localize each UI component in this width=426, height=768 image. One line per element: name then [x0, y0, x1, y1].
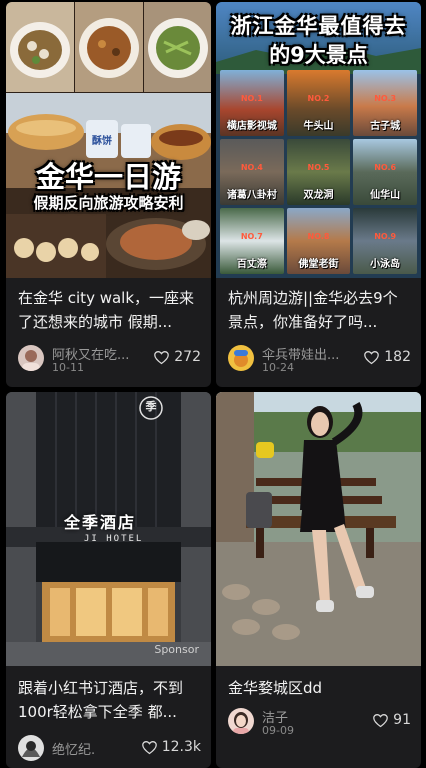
note-meta: 绝忆纪. 12.3k	[18, 735, 201, 765]
svg-text:酥饼: 酥饼	[92, 134, 112, 147]
spot-tile: NO.1 横店影视城	[220, 70, 284, 136]
like-button[interactable]: 91	[372, 710, 411, 730]
hotel-logo: 季	[145, 400, 157, 413]
woman-on-bench-photo	[216, 392, 421, 666]
note-card[interactable]: 季 全季酒店 JI HOTEL Sponsor 跟着小红书订酒店，不到100r轻…	[6, 392, 211, 768]
note-cover-image[interactable]: 浙江金华最值得去 的9大景点 NO.1 横店影视城 NO.2 牛头山 NO.3 古子城…	[216, 2, 421, 278]
food-collage-image: 酥饼	[6, 2, 211, 278]
note-meta: 阿秋又在吃... 10-11 272	[18, 345, 201, 375]
like-count: 91	[393, 712, 411, 728]
note-title[interactable]: 杭州周边游||金华必去9个景点，你准备好了吗...	[228, 286, 411, 334]
author-avatar[interactable]	[18, 735, 44, 761]
heart-outline-icon	[154, 350, 170, 364]
spot-tile: NO.8 佛堂老街	[286, 208, 351, 274]
author-name[interactable]: 绝忆纪.	[52, 739, 95, 758]
heart-outline-icon	[364, 350, 380, 364]
note-date: 09-09	[262, 724, 294, 737]
note-card[interactable]: 金华婺城区dd 洁子 09-09 91	[216, 392, 421, 768]
note-meta: 伞兵带娃出... 10-24 182	[228, 345, 411, 375]
like-count: 272	[174, 349, 201, 365]
note-cover-image[interactable]: 季 全季酒店 JI HOTEL Sponsor	[6, 392, 211, 666]
spot-tile: NO.6 仙华山	[353, 139, 417, 205]
heart-outline-icon	[141, 740, 157, 754]
like-button[interactable]: 272	[153, 347, 201, 367]
like-count: 182	[384, 349, 411, 365]
heart-outline-icon	[373, 713, 389, 727]
cover-title-line2: 的9大景点	[269, 43, 368, 67]
note-meta: 洁子 09-09 91	[228, 708, 411, 738]
note-title[interactable]: 金华婺城区dd	[228, 676, 411, 700]
like-button[interactable]: 182	[363, 347, 411, 367]
spot-tile: NO.7 百丈漈	[220, 208, 284, 274]
note-title[interactable]: 跟着小红书订酒店，不到100r轻松拿下全季 都...	[18, 676, 201, 724]
sponsor-label: Sponsor	[154, 643, 199, 656]
author-avatar[interactable]	[18, 345, 44, 371]
note-card[interactable]: 浙江金华最值得去 的9大景点 NO.1 横店影视城 NO.2 牛头山 NO.3 古子城…	[216, 2, 421, 387]
cover-title: 金华一日游	[35, 160, 181, 194]
spots-grid: NO.1 横店影视城 NO.2 牛头山 NO.3 古子城 NO.4 诸葛八卦村 NO.5…	[220, 70, 417, 274]
note-date: 10-11	[52, 361, 84, 374]
cover-title-line1: 浙江金华最值得去	[230, 14, 407, 38]
like-count: 12.3k	[161, 739, 201, 755]
spot-tile: NO.5 双龙洞	[286, 139, 351, 205]
hotel-name-sign: 全季酒店	[64, 513, 137, 532]
hotel-english-sign: JI HOTEL	[84, 534, 144, 544]
note-title[interactable]: 在金华 city walk，一座来了还想来的城市 假期...	[18, 286, 201, 334]
like-button[interactable]: 12.3k	[141, 737, 201, 757]
cover-subtitle: 假期反向旅游攻略安利	[33, 194, 184, 212]
author-avatar[interactable]	[228, 345, 254, 371]
note-cover-image[interactable]	[216, 392, 421, 666]
notes-feed: 酥饼 金华一日游 假期反向旅游攻略安利 在金华 city walk，一座来了还想…	[0, 0, 426, 768]
spot-tile: NO.9 小泳岛	[353, 208, 417, 274]
note-date: 10-24	[262, 361, 294, 374]
spot-tile: NO.3 古子城	[353, 70, 417, 136]
spot-tile: NO.4 诸葛八卦村	[220, 139, 284, 205]
note-card[interactable]: 酥饼 金华一日游 假期反向旅游攻略安利 在金华 city walk，一座来了还想…	[6, 2, 211, 387]
author-avatar[interactable]	[228, 708, 254, 734]
note-cover-image[interactable]: 酥饼 金华一日游 假期反向旅游攻略安利	[6, 2, 211, 278]
spot-tile: NO.2 牛头山	[286, 70, 351, 136]
